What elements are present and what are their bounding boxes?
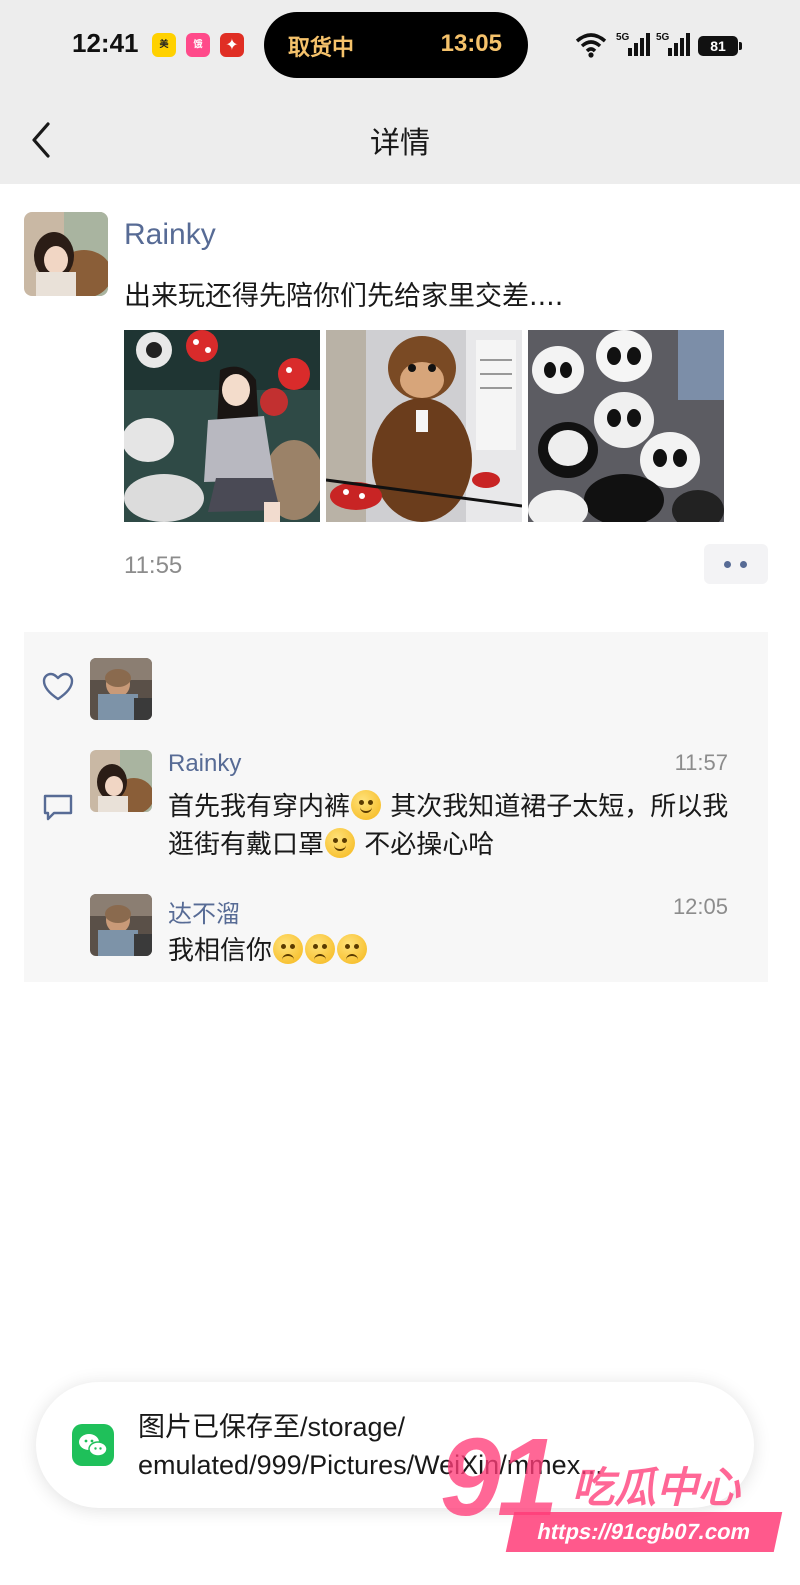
dynamic-island[interactable]: 取货中 13:05 (264, 12, 528, 78)
comment-author[interactable]: 达不溜 (168, 894, 240, 929)
post-photo-2[interactable] (326, 330, 522, 522)
5g-signal-icon: 5G (656, 32, 690, 56)
post-text: 出来玩还得先陪你们先给家里交差.... (124, 281, 564, 312)
more-dots-icon (740, 561, 747, 568)
heart-outline-icon (42, 672, 74, 701)
liker-avatar[interactable] (90, 658, 152, 720)
navigation-bar: 详情 (0, 92, 800, 184)
save-toast: 图片已保存至/storage/ emulated/999/Pictures/We… (36, 1382, 754, 1508)
page-title: 详情 (370, 126, 430, 161)
post-author-name[interactable]: Rainky (124, 218, 216, 252)
smile-emoji-icon (351, 790, 382, 820)
commenter-avatar[interactable] (90, 894, 152, 956)
author-avatar[interactable] (24, 212, 108, 296)
wifi-icon (575, 33, 607, 58)
skeptical-emoji-icon (337, 934, 368, 964)
post-time: 11:55 (124, 552, 183, 579)
post-photo-1[interactable] (124, 330, 320, 522)
comment-time: 12:05 (672, 894, 728, 919)
toast-message: 图片已保存至/storage/ emulated/999/Pictures/We… (138, 1408, 728, 1484)
comment-text-part: 首先我有穿内裤 (168, 792, 351, 822)
watermark-url: https://91cgb07.com (505, 1512, 783, 1552)
svg-text:5G: 5G (656, 32, 670, 43)
comment-text-part: 不必操心哈 (356, 830, 495, 860)
status-time: 12:41 (72, 28, 139, 58)
comment-text[interactable]: 首先我有穿内裤 其次我知道裙子太短，所以我逛街有戴口罩 不必操心哈 (168, 788, 748, 864)
comment-author[interactable]: Rainky (168, 750, 241, 778)
5g-signal-icon: 5G (616, 32, 650, 56)
post-photo-3[interactable] (528, 330, 724, 522)
smile-emoji-icon (325, 828, 356, 858)
comment-time: 11:57 (674, 750, 728, 775)
comment-bubble-icon (43, 794, 73, 821)
comment-text[interactable]: 我相信你 (168, 932, 748, 970)
battery-indicator: 81 (698, 36, 742, 56)
wechat-icon (72, 1424, 114, 1466)
likes-comments-panel: Rainky 11:57 首先我有穿内裤 其次我知道裙子太短，所以我逛街有戴口罩… (24, 632, 768, 982)
comment-text-part: 我相信你 (168, 936, 273, 966)
more-actions-button[interactable] (704, 544, 768, 584)
island-time: 13:05 (440, 30, 502, 57)
toast-line-1: 图片已保存至/storage/ (138, 1412, 406, 1442)
island-label: 取货中 (288, 36, 355, 61)
skeptical-emoji-icon (305, 934, 336, 964)
pinduoduo-app-icon: ✦ (220, 33, 244, 57)
commenter-avatar[interactable] (90, 750, 152, 812)
skeptical-emoji-icon (273, 934, 304, 964)
status-bar: 12:41 美 饿 ✦ 取货中 13:05 5G 5G 81 (0, 0, 800, 92)
meituan-app-icon: 美 (152, 33, 176, 57)
toast-line-2: emulated/999/Pictures/WeiXin/mmex... (138, 1450, 603, 1480)
more-dots-icon (724, 561, 731, 568)
eleme-app-icon: 饿 (186, 33, 210, 57)
svg-text:5G: 5G (616, 32, 630, 43)
